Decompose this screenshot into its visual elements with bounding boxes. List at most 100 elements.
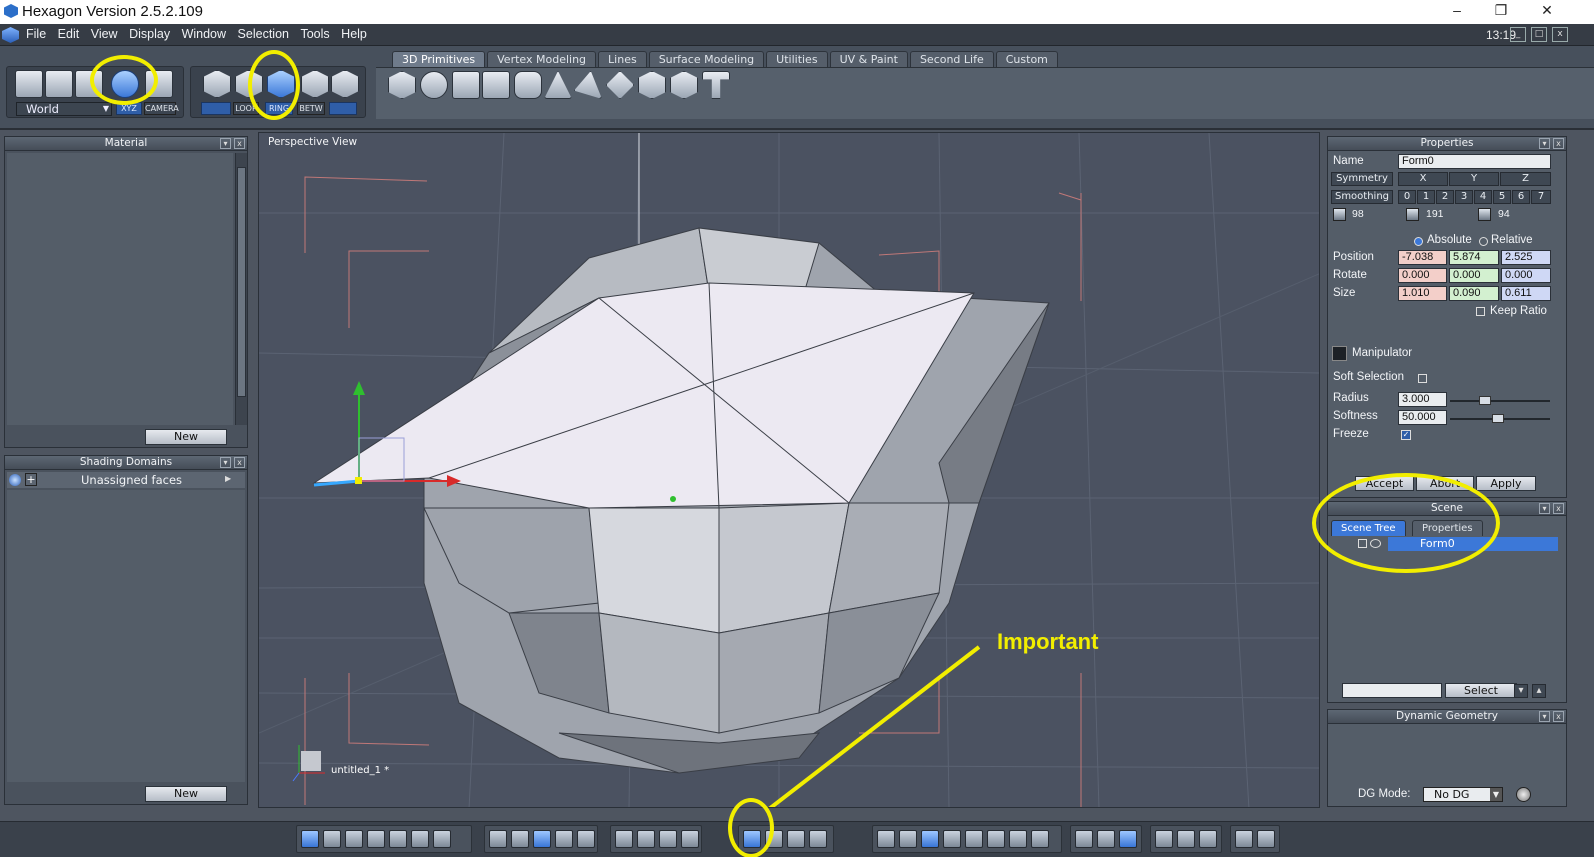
symmetry-y-button[interactable]: Y <box>1449 172 1499 186</box>
menu-tools[interactable]: Tools <box>296 24 333 44</box>
panel-close-icon[interactable]: x <box>1553 711 1564 722</box>
select-button[interactable]: Select <box>1445 683 1517 698</box>
radius-slider-knob[interactable] <box>1479 396 1491 405</box>
perspective-viewport[interactable]: Perspective View untitled_1 * Important <box>258 132 1320 808</box>
softness-field[interactable]: 50.000 <box>1398 410 1447 425</box>
horizontal-split-icon[interactable] <box>411 830 429 848</box>
minimize-button[interactable]: – <box>1442 2 1472 18</box>
panel-menu-icon[interactable]: ▾ <box>1539 711 1550 722</box>
manipulator-icon[interactable] <box>1332 346 1347 361</box>
screenshot-camera-icon[interactable] <box>1257 830 1275 848</box>
name-field[interactable]: Form0 <box>1398 154 1551 169</box>
hammer-tool-icon[interactable] <box>702 71 730 99</box>
menu-selection[interactable]: Selection <box>234 24 293 44</box>
snap-display-icon[interactable] <box>511 830 529 848</box>
three-view-icon[interactable] <box>367 830 385 848</box>
grid-snap-icon[interactable] <box>877 830 895 848</box>
pyramid-primitive-icon[interactable] <box>574 71 602 99</box>
vertex-snap-icon[interactable] <box>899 830 917 848</box>
tab-3d-primitives[interactable]: 3D Primitives <box>392 51 486 67</box>
app-restore-button[interactable]: □ <box>1531 27 1547 42</box>
dodecahedron-primitive-icon[interactable] <box>638 71 666 99</box>
zoom-fit-icon[interactable] <box>615 830 633 848</box>
soft-selection-checkbox[interactable] <box>1418 374 1427 383</box>
tweak-tool-icon[interactable] <box>1155 830 1173 848</box>
single-view-icon[interactable] <box>301 830 319 848</box>
vertex-mode-icon[interactable] <box>203 70 231 98</box>
panel-menu-icon[interactable]: ▾ <box>220 457 231 468</box>
symmetry-button[interactable]: Symmetry <box>1331 172 1393 186</box>
scene-select-field[interactable] <box>1342 683 1442 698</box>
select-arrow-tool[interactable] <box>15 70 43 98</box>
smoothing-level-7[interactable]: 7 <box>1531 190 1551 204</box>
radius-slider[interactable] <box>1450 400 1550 402</box>
menu-file[interactable]: File <box>22 24 50 44</box>
panel-close-icon[interactable]: x <box>234 138 245 149</box>
smoothing-level-2[interactable]: 2 <box>1436 190 1454 204</box>
freeze-checkbox[interactable]: ✓ <box>1401 430 1411 440</box>
rotate-z-field[interactable]: 0.000 <box>1501 268 1551 283</box>
position-x-field[interactable]: -7.038 <box>1398 250 1447 265</box>
plane-primitive-icon[interactable] <box>452 71 480 99</box>
cone-primitive-icon[interactable] <box>544 71 572 99</box>
smoothing-level-3[interactable]: 3 <box>1455 190 1473 204</box>
textured-display-icon[interactable] <box>577 830 595 848</box>
cylinder-primitive-icon[interactable] <box>514 71 542 99</box>
expand-arrow-icon[interactable]: ▶ <box>225 474 231 483</box>
split-view-icon[interactable] <box>345 830 363 848</box>
tab-custom[interactable]: Custom <box>995 51 1058 67</box>
smoothing-level-1[interactable]: 1 <box>1417 190 1435 204</box>
panel-close-icon[interactable]: x <box>234 457 245 468</box>
absolute-radio[interactable] <box>1414 237 1423 246</box>
zoom-icon[interactable] <box>659 830 677 848</box>
tab-uv-paint[interactable]: UV & Paint <box>829 51 908 67</box>
betw-button[interactable]: BETW <box>297 102 325 115</box>
material-new-button[interactable]: New <box>145 429 227 445</box>
smoothing-level-5[interactable]: 5 <box>1493 190 1511 204</box>
panel-menu-icon[interactable]: ▾ <box>1539 138 1550 149</box>
tab-second-life[interactable]: Second Life <box>909 51 994 67</box>
edit-pen-button[interactable] <box>201 102 231 115</box>
dg-sphere-icon[interactable] <box>1516 787 1531 802</box>
wire-display-icon[interactable] <box>533 830 551 848</box>
scene-up-button[interactable]: ▴ <box>1532 684 1546 698</box>
shaded-display-icon[interactable] <box>555 830 573 848</box>
lasso-select-tool[interactable] <box>45 70 73 98</box>
grow-button[interactable] <box>329 102 357 115</box>
edge-snap-icon[interactable] <box>921 830 939 848</box>
app-minimize-button[interactable]: _ <box>1510 27 1526 42</box>
keep-ratio-checkbox[interactable] <box>1476 307 1485 316</box>
camera-button[interactable]: CAMERA <box>144 102 179 115</box>
softness-slider-knob[interactable] <box>1492 414 1504 423</box>
menu-window[interactable]: Window <box>178 24 230 44</box>
size-z-field[interactable]: 0.611 <box>1501 286 1551 301</box>
tab-surface-modeling[interactable]: Surface Modeling <box>648 51 765 67</box>
group-icon[interactable] <box>1119 830 1137 848</box>
face-snap-icon[interactable] <box>943 830 961 848</box>
tab-utilities[interactable]: Utilities <box>766 51 828 67</box>
render-icon[interactable] <box>1235 830 1253 848</box>
sculpt-tool-icon[interactable] <box>1177 830 1195 848</box>
apply-button[interactable]: Apply <box>1476 476 1536 491</box>
grid-display-icon[interactable] <box>489 830 507 848</box>
grid-primitive-icon[interactable] <box>482 71 510 99</box>
size-x-field[interactable]: 1.010 <box>1398 286 1447 301</box>
smoothing-button[interactable]: Smoothing <box>1331 190 1393 204</box>
symmetry-x-button[interactable]: X <box>1398 172 1448 186</box>
dg-mode-select[interactable]: No DG ▼ <box>1423 787 1503 802</box>
smoothing-level-6[interactable]: 6 <box>1512 190 1530 204</box>
close-button[interactable]: ✕ <box>1532 2 1562 19</box>
sphere-primitive-icon[interactable] <box>420 71 448 99</box>
object-mode-icon[interactable] <box>331 70 359 98</box>
dual-view-icon[interactable] <box>433 830 451 848</box>
size-y-field[interactable]: 0.090 <box>1449 286 1499 301</box>
smoothing-level-4[interactable]: 4 <box>1474 190 1492 204</box>
symmetry-z-button[interactable]: Z <box>1500 172 1551 186</box>
rotate-manipulator-icon[interactable] <box>787 830 805 848</box>
menu-edit[interactable]: Edit <box>54 24 84 44</box>
menu-view[interactable]: View <box>87 24 122 44</box>
maximize-button[interactable]: ❐ <box>1486 2 1516 19</box>
isolate-icon[interactable] <box>1097 830 1115 848</box>
panel-close-icon[interactable]: x <box>1553 503 1564 514</box>
shading-domain-row[interactable]: + Unassigned faces ▶ <box>7 472 245 488</box>
